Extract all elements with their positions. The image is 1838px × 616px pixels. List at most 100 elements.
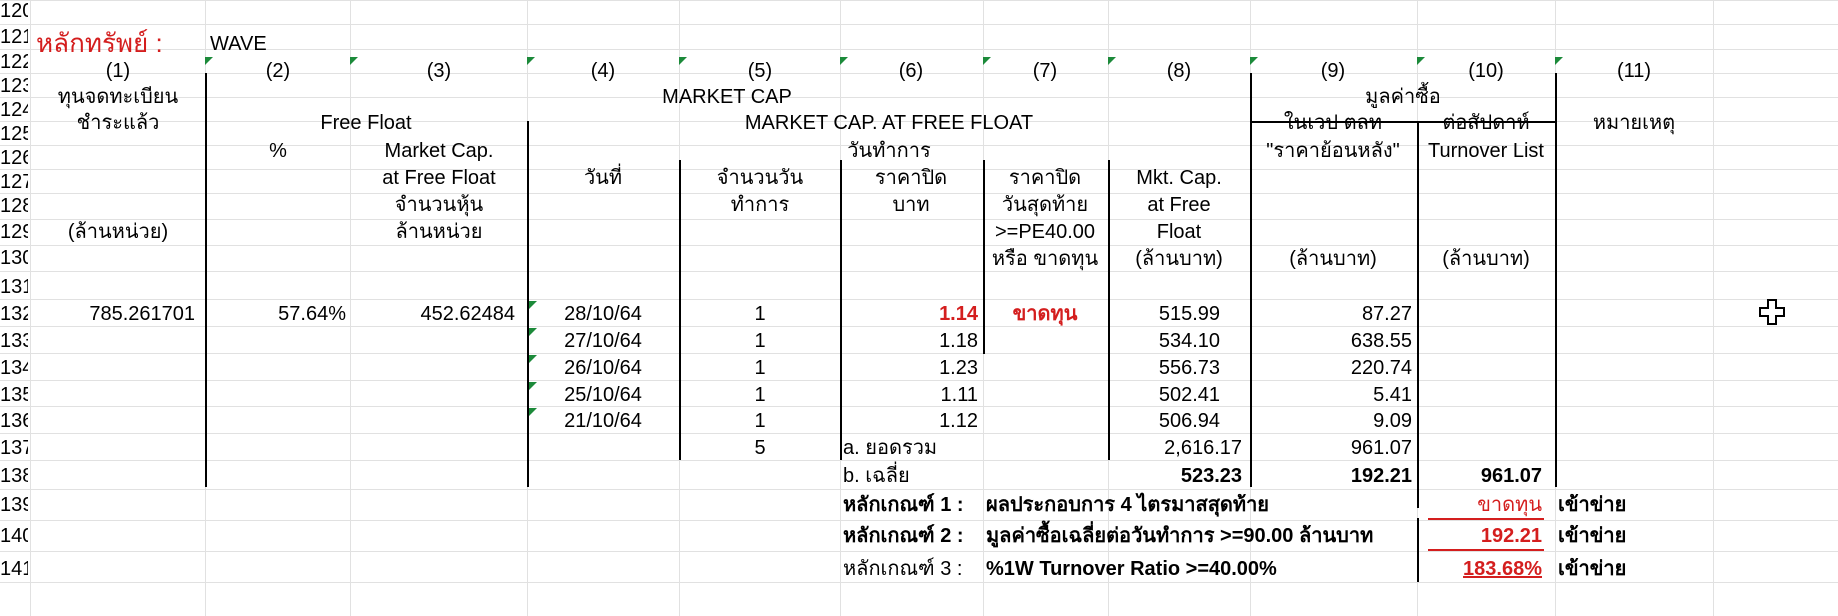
column-number: (3) [426, 60, 452, 82]
header-in-website: ในเวป ตลท [1283, 112, 1383, 134]
table-border [983, 160, 985, 354]
row-number[interactable]: 136 [0, 408, 28, 434]
trading-days[interactable]: 1 [754, 328, 765, 354]
row-number[interactable]: 127 [0, 169, 28, 195]
close-price[interactable]: 1.18 [939, 328, 978, 354]
total-trade-value[interactable]: 961.07 [1351, 435, 1412, 461]
total-days[interactable]: 5 [754, 435, 765, 461]
security-name[interactable]: WAVE [210, 31, 267, 57]
market-cap-free-float-value[interactable]: 452.62484 [420, 301, 515, 327]
close-price[interactable]: 1.14 [939, 301, 978, 327]
criterion-3-result[interactable]: 183.68% [1463, 556, 1542, 582]
row-number[interactable]: 132 [0, 301, 28, 327]
criterion-2-description: มูลค่าซื้อเฉลี่ยต่อวันทำการ >=90.00 ล้าน… [986, 525, 1374, 547]
average-trade-value[interactable]: 192.21 [1351, 463, 1412, 489]
row-number[interactable]: 138 [0, 463, 28, 489]
trading-days[interactable]: 1 [754, 355, 765, 381]
criterion-2-result[interactable]: 192.21 [1481, 523, 1542, 549]
header-baht: บาท [892, 194, 930, 216]
row-number[interactable]: 131 [0, 274, 28, 300]
column-number: (9) [1320, 60, 1346, 82]
turnover-total[interactable]: 961.07 [1481, 463, 1542, 489]
trading-days[interactable]: 1 [754, 408, 765, 434]
header-num-days: จำนวนวัน [716, 167, 804, 189]
gridline [0, 551, 1838, 552]
header-mkt-cap: Market Cap. [384, 140, 494, 162]
cell-marker [1250, 57, 1258, 65]
free-float-percent[interactable]: 57.64% [278, 301, 346, 327]
header-percent: % [269, 140, 287, 162]
close-price[interactable]: 1.23 [939, 355, 978, 381]
trade-value[interactable]: 638.55 [1351, 328, 1412, 354]
row-number[interactable]: 128 [0, 193, 28, 219]
market-cap-value[interactable]: 556.73 [1159, 355, 1220, 381]
row-number[interactable]: 137 [0, 435, 28, 461]
trade-value[interactable]: 87.27 [1362, 301, 1412, 327]
trade-value[interactable]: 9.09 [1373, 408, 1412, 434]
row-number[interactable]: 141 [0, 556, 28, 582]
row-number[interactable]: 124 [0, 97, 28, 123]
header-unit-million: (ล้านหน่วย) [67, 221, 169, 243]
gridline [0, 24, 1838, 25]
criterion-1-status[interactable]: เข้าข่าย [1558, 492, 1626, 518]
row-number[interactable]: 133 [0, 328, 28, 354]
trading-days[interactable]: 1 [754, 382, 765, 408]
header-float: Float [1156, 221, 1202, 243]
close-price[interactable]: 1.11 [941, 382, 978, 408]
close-price[interactable]: 1.12 [939, 408, 978, 434]
market-cap-value[interactable]: 506.94 [1159, 408, 1220, 434]
total-label: a. ยอดรวม [843, 437, 938, 459]
gridline [0, 353, 1838, 354]
table-border [205, 73, 207, 487]
row-number[interactable]: 129 [0, 219, 28, 245]
cell-marker [529, 382, 537, 390]
column-number: (7) [1032, 60, 1058, 82]
market-cap-value[interactable]: 534.10 [1159, 328, 1220, 354]
criterion-1-result[interactable]: ขาดทุน [1477, 492, 1542, 518]
last-day-status[interactable]: ขาดทุน [1013, 301, 1078, 327]
row-number[interactable]: 123 [0, 73, 28, 99]
row-number[interactable]: 139 [0, 492, 28, 518]
spreadsheet-sheet[interactable]: 120 121 122 123 124 125 126 127 128 129 … [0, 0, 1838, 616]
cell-marker [1108, 57, 1116, 65]
criterion-2-status[interactable]: เข้าข่าย [1558, 523, 1626, 549]
gridline [0, 582, 1838, 583]
trade-date[interactable]: 28/10/64 [564, 301, 642, 327]
average-market-cap[interactable]: 523.23 [1181, 463, 1242, 489]
paid-capital-value[interactable]: 785.261701 [89, 301, 195, 327]
cell-marker [529, 328, 537, 336]
cell-select-cursor-icon [1759, 299, 1785, 325]
market-cap-value[interactable]: 502.41 [1159, 382, 1220, 408]
cell-marker [350, 57, 358, 65]
row-number[interactable]: 134 [0, 355, 28, 381]
column-number: (11) [1616, 60, 1652, 82]
gridline [0, 520, 1838, 521]
row-number[interactable]: 126 [0, 145, 28, 171]
total-market-cap[interactable]: 2,616.17 [1164, 435, 1242, 461]
criterion-3-status[interactable]: เข้าข่าย [1558, 556, 1626, 582]
trade-value[interactable]: 5.41 [1373, 382, 1412, 408]
average-label: b. เฉลี่ย [843, 465, 910, 487]
header-num-shares: จำนวนหุ้น [394, 194, 484, 216]
header-paid-up: ชำระแล้ว [76, 112, 160, 134]
row-number[interactable]: 121 [0, 24, 28, 50]
trade-date[interactable]: 25/10/64 [564, 382, 642, 408]
header-at-free: at Free [1147, 194, 1211, 216]
trade-date[interactable]: 21/10/64 [564, 408, 642, 434]
header-market-cap: MARKET CAP [662, 86, 792, 108]
row-number[interactable]: 130 [0, 245, 28, 271]
trade-date[interactable]: 26/10/64 [564, 355, 642, 381]
market-cap-value[interactable]: 515.99 [1159, 301, 1220, 327]
trading-days[interactable]: 1 [754, 301, 765, 327]
cell-marker [527, 57, 535, 65]
row-number[interactable]: 135 [0, 382, 28, 408]
table-border [1555, 73, 1557, 487]
row-number[interactable]: 122 [0, 49, 28, 75]
row-number[interactable]: 125 [0, 121, 28, 147]
header-per-week: ต่อสัปดาห์ [1442, 112, 1530, 134]
trade-date[interactable]: 27/10/64 [564, 328, 642, 354]
trade-value[interactable]: 220.74 [1351, 355, 1412, 381]
row-number[interactable]: 120 [0, 0, 28, 24]
criterion-1-description: ผลประกอบการ 4 ไตรมาสสุดท้าย [986, 494, 1270, 516]
row-number[interactable]: 140 [0, 523, 28, 549]
